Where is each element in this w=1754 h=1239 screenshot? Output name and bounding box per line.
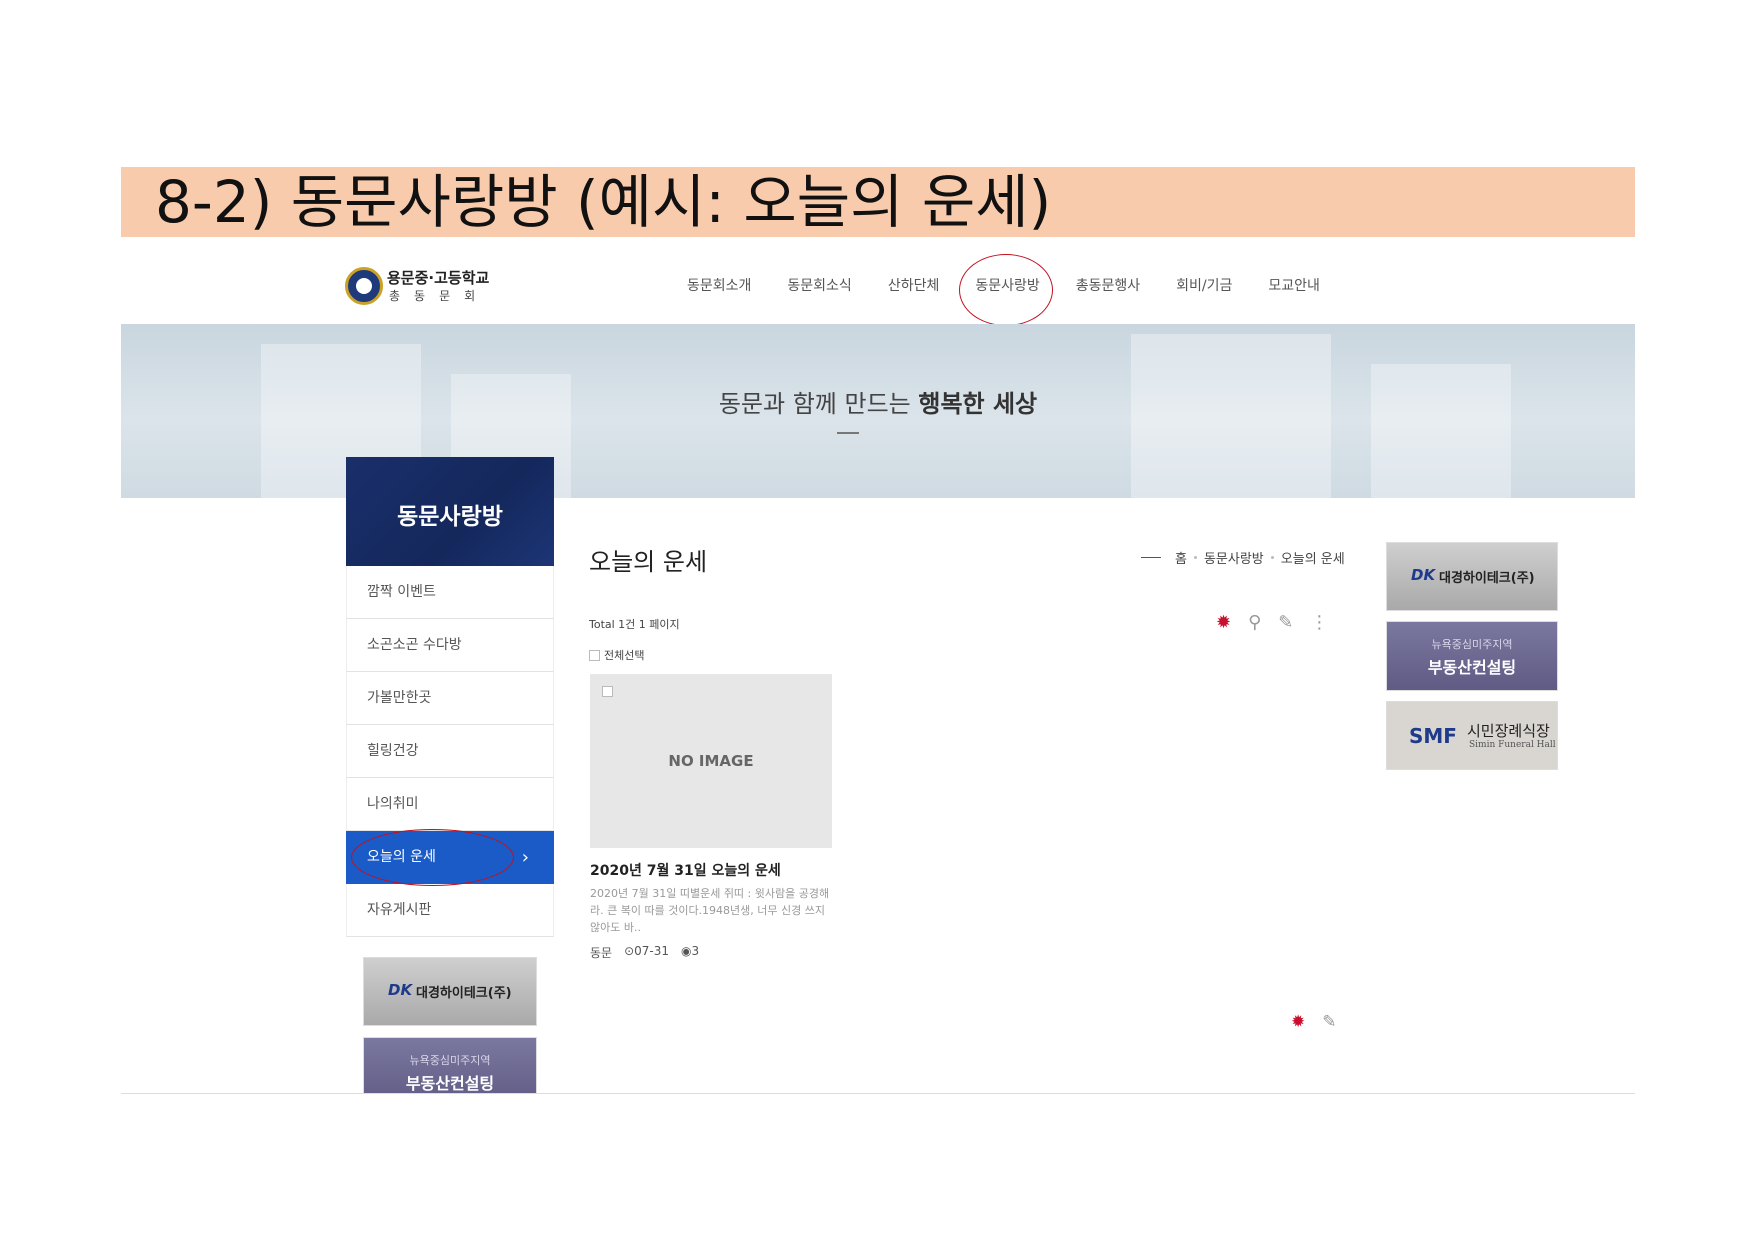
school-emblem-icon (345, 267, 383, 305)
more-vertical-icon[interactable]: ⋮ (1310, 612, 1328, 633)
banner-subtext: 뉴욕중심미주지역 (1431, 638, 1513, 651)
nav-about[interactable]: 동문회소개 (669, 275, 769, 295)
sidebar-item-free-board[interactable]: 자유게시판 (346, 884, 554, 937)
main-nav: 동문회소개 동문회소식 산하단체 동문사랑방 총동문행사 회비/기금 모교안내 (669, 254, 1338, 326)
select-all-checkbox[interactable] (589, 649, 600, 661)
slide-title-band: 8-2) 동문사랑방 (예시: 오늘의 운세) (121, 167, 1635, 237)
pencil-icon[interactable]: ✎ (1322, 1012, 1336, 1032)
banner-text: 부동산컨설팅 (1427, 658, 1517, 677)
website-screenshot: 용문중·고등학교 총동문회 동문회소개 동문회소식 산하단체 동문사랑방 총동문… (121, 237, 1635, 1093)
chevron-right-icon: › (521, 847, 529, 868)
eye-icon: ◉ (681, 944, 692, 958)
banner-text: 대경하이테크(주) (1439, 571, 1535, 586)
search-icon[interactable]: ⚲ (1248, 612, 1261, 633)
post-count: Total 1건 1 페이지 (589, 618, 680, 631)
sidebar-item-places[interactable]: 가볼만한곳 (346, 672, 554, 725)
nav-events[interactable]: 총동문행사 (1058, 275, 1158, 295)
sidebar-title-box: 동문사랑방 (346, 457, 554, 566)
gear-icon[interactable]: ✹ (1291, 1012, 1305, 1032)
dk-logo-icon: DK (388, 981, 413, 999)
clock-icon: ⊙ (624, 944, 635, 958)
hero-slogan: 동문과 함께 만드는 행복한 세상 (718, 390, 1038, 418)
breadcrumb: 홈 동문사랑방 오늘의 운세 (1141, 548, 1345, 567)
smf-logo-icon: SMF (1409, 724, 1457, 748)
select-all[interactable]: 전체선택 (589, 647, 644, 663)
gear-icon[interactable]: ✹ (1216, 612, 1231, 633)
banner-daekyung-left[interactable]: DK 대경하이테크(주) (363, 957, 537, 1026)
sidebar-item-hobby[interactable]: 나의취미 (346, 778, 554, 831)
board-bottom-toolbar: ✹ ✎ (1291, 1012, 1337, 1032)
nav-alumni-lounge[interactable]: 동문사랑방 (957, 254, 1057, 326)
sidebar-item-chat[interactable]: 소곤소곤 수다방 (346, 619, 554, 672)
banner-subtext: 뉴욕중심미주지역 (409, 1054, 491, 1067)
banner-subtext: Simin Funeral Hall (1469, 740, 1556, 750)
select-all-label: 전체선택 (604, 649, 645, 662)
sidebar-title: 동문사랑방 (397, 504, 503, 530)
banner-text: 대경하이테크(주) (416, 986, 512, 1001)
nav-groups[interactable]: 산하단체 (870, 275, 958, 295)
post-date: ⊙07-31 (624, 944, 670, 958)
post-checkbox[interactable] (602, 686, 613, 697)
slide-title: 8-2) 동문사랑방 (예시: 오늘의 운세) (155, 168, 1052, 236)
logo-name: 용문중·고등학교 (387, 269, 490, 287)
no-image-placeholder: NO IMAGE (668, 752, 754, 770)
post-author: 동문 (590, 946, 613, 960)
banner-text: 시민장례식장 (1467, 722, 1550, 740)
board-toolbar: ✹ ⚲ ✎ ⋮ (1216, 612, 1328, 633)
bottom-divider (121, 1093, 1635, 1094)
page-title: 오늘의 운세 (589, 548, 708, 576)
banner-realestate-right[interactable]: 뉴욕중심미주지역 부동산컨설팅 (1386, 621, 1558, 691)
banner-simin-funeral[interactable]: SMF 시민장례식장 Simin Funeral Hall (1386, 701, 1558, 770)
dk-logo-icon: DK (1411, 566, 1436, 584)
post-title[interactable]: 2020년 7월 31일 오늘의 운세 (590, 860, 781, 880)
nav-news[interactable]: 동문회소식 (769, 275, 869, 295)
annotation-circle (351, 829, 514, 886)
banner-text: 부동산컨설팅 (405, 1074, 495, 1093)
post-views: ◉3 (681, 944, 700, 958)
post-thumbnail[interactable]: NO IMAGE (590, 674, 832, 848)
site-logo[interactable]: 용문중·고등학교 총동문회 (345, 265, 505, 305)
sidebar-item-event[interactable]: 깜짝 이벤트 (346, 566, 554, 619)
nav-dues[interactable]: 회비/기금 (1158, 275, 1250, 295)
banner-daekyung-right[interactable]: DK 대경하이테크(주) (1386, 542, 1558, 611)
breadcrumb-home[interactable]: 홈 (1175, 548, 1187, 567)
pencil-icon[interactable]: ✎ (1278, 612, 1293, 633)
breadcrumb-lounge[interactable]: 동문사랑방 (1204, 548, 1264, 567)
nav-school-info[interactable]: 모교안내 (1250, 275, 1338, 295)
hero-divider (837, 432, 859, 434)
logo-subtitle: 총동문회 (389, 289, 490, 303)
banner-realestate-left[interactable]: 뉴욕중심미주지역 부동산컨설팅 (363, 1037, 537, 1093)
post-meta: 동문 ⊙07-31 ◉3 (590, 944, 699, 961)
sidebar-item-health[interactable]: 힐링건강 (346, 725, 554, 778)
post-excerpt: 2020년 7월 31일 띠별운세 쥐띠 : 윗사람을 공경해라. 큰 복이 따… (590, 887, 830, 934)
breadcrumb-current: 오늘의 운세 (1280, 552, 1345, 567)
